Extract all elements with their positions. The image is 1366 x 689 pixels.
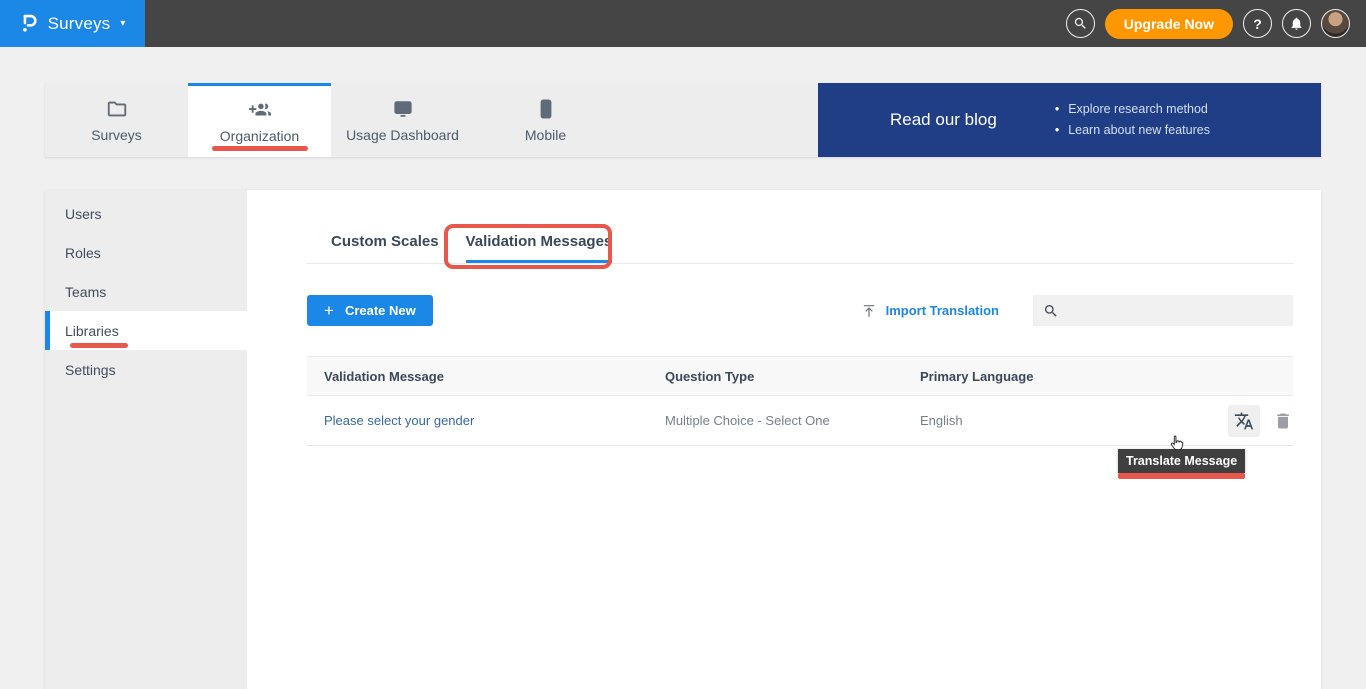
language-cell: English (920, 413, 1201, 428)
search-icon (1043, 303, 1059, 319)
row-actions (1201, 405, 1293, 437)
main-panel: Users Roles Teams Libraries Settings Cus… (45, 190, 1321, 689)
tab-custom-scales[interactable]: Custom Scales (331, 233, 439, 263)
annotation-underline-libraries (70, 343, 128, 348)
question-type-cell: Multiple Choice - Select One (665, 413, 920, 428)
column-header-validation-message: Validation Message (324, 369, 665, 384)
nav-tab-label: Surveys (91, 127, 142, 143)
sidebar-item-label: Roles (65, 245, 101, 261)
module-nav: Surveys Organization Usage Dashboard Mob… (45, 83, 1321, 157)
sidebar-item-libraries[interactable]: Libraries (45, 311, 247, 350)
blog-banner[interactable]: Read our blog Explore research method Le… (818, 83, 1321, 157)
sidebar-item-users[interactable]: Users (45, 194, 247, 233)
chevron-down-icon: ▾ (120, 18, 125, 29)
column-header-primary-language: Primary Language (920, 369, 1201, 384)
banner-bullet: Learn about new features (1055, 120, 1210, 141)
plus-icon: + (324, 302, 334, 319)
sidebar-item-teams[interactable]: Teams (45, 272, 247, 311)
group-add-icon (249, 99, 271, 121)
annotation-underline-organization (212, 146, 308, 151)
upload-icon (861, 303, 877, 319)
create-new-button[interactable]: + Create New (307, 295, 433, 326)
nav-tab-usage-dashboard[interactable]: Usage Dashboard (331, 83, 474, 157)
create-new-label: Create New (345, 303, 416, 318)
annotation-underline-tooltip (1118, 473, 1245, 479)
product-name: Surveys (48, 14, 111, 34)
table-search[interactable] (1033, 295, 1293, 326)
delete-message-button[interactable] (1273, 411, 1293, 431)
notifications-button[interactable] (1282, 9, 1311, 38)
table-row: Please select your gender Multiple Choic… (307, 396, 1293, 446)
import-translation-label: Import Translation (886, 303, 999, 318)
nav-tab-label: Usage Dashboard (346, 127, 459, 143)
column-header-question-type: Question Type (665, 369, 920, 384)
libraries-content: Custom Scales Validation Messages + Crea… (247, 190, 1321, 689)
import-translation-link[interactable]: Import Translation (861, 303, 999, 319)
sidebar-item-label: Users (65, 206, 102, 222)
toolbar: + Create New Import Translation (307, 295, 1293, 326)
brand-product-switcher[interactable]: Surveys ▾ (0, 0, 145, 47)
nav-tab-mobile[interactable]: Mobile (474, 83, 617, 157)
table-header: Validation Message Question Type Primary… (307, 356, 1293, 396)
dashboard-screen-icon (392, 98, 414, 120)
translate-message-button[interactable] (1228, 405, 1260, 437)
nav-tab-surveys[interactable]: Surveys (45, 83, 188, 157)
nav-tab-label: Organization (220, 128, 299, 144)
trash-icon (1273, 411, 1293, 431)
hand-cursor-icon (1168, 434, 1186, 454)
avatar[interactable] (1321, 9, 1350, 38)
sidebar-item-settings[interactable]: Settings (45, 350, 247, 389)
library-tabs: Custom Scales Validation Messages (307, 233, 1293, 264)
smartphone-icon (535, 98, 557, 120)
folder-icon (106, 98, 128, 120)
sidebar-item-label: Teams (65, 284, 106, 300)
nav-tab-organization[interactable]: Organization (188, 83, 331, 157)
sidebar: Users Roles Teams Libraries Settings (45, 190, 247, 689)
toolbar-right: Import Translation (861, 295, 1293, 326)
search-button[interactable] (1066, 9, 1095, 38)
question-mark-icon: ? (1253, 16, 1262, 32)
banner-bullet-list: Explore research method Learn about new … (1055, 99, 1210, 141)
topbar: Surveys ▾ Upgrade Now ? (0, 0, 1366, 47)
upgrade-now-button[interactable]: Upgrade Now (1105, 9, 1233, 39)
banner-title[interactable]: Read our blog (890, 110, 997, 130)
validation-messages-table: Validation Message Question Type Primary… (307, 356, 1293, 446)
bell-icon (1289, 16, 1304, 31)
sidebar-item-label: Libraries (65, 323, 119, 339)
questionpro-logo-icon (20, 13, 39, 34)
sidebar-item-label: Settings (65, 362, 116, 378)
nav-tab-label: Mobile (525, 127, 566, 143)
topbar-actions: Upgrade Now ? (1066, 9, 1366, 39)
tab-validation-messages[interactable]: Validation Messages (466, 233, 613, 263)
search-input[interactable] (1067, 303, 1282, 318)
help-button[interactable]: ? (1243, 9, 1272, 38)
validation-message-link[interactable]: Please select your gender (324, 413, 665, 428)
sidebar-item-roles[interactable]: Roles (45, 233, 247, 272)
translate-icon (1234, 411, 1254, 431)
search-icon (1073, 16, 1088, 31)
banner-bullet: Explore research method (1055, 99, 1210, 120)
page-body: Surveys Organization Usage Dashboard Mob… (0, 83, 1366, 689)
